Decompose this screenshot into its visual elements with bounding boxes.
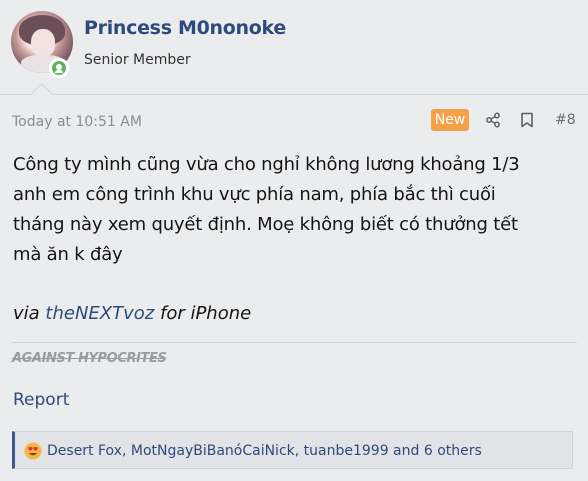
report-link[interactable]: Report bbox=[13, 390, 69, 410]
post-body: Công ty mình cũng vừa cho nghỉ không lươ… bbox=[13, 150, 579, 270]
signature: AGAINST HYPOCRITES bbox=[12, 351, 167, 366]
username-link[interactable]: Princess M0nonoke bbox=[84, 17, 286, 39]
post-number-link[interactable]: #8 bbox=[555, 112, 576, 128]
online-status-icon bbox=[49, 58, 69, 78]
reactions-bar[interactable]: Desert Fox, MotNgayBiBanóCaiNick, tuanbe… bbox=[12, 431, 573, 469]
via-app-link[interactable]: theNEXTvoz bbox=[45, 303, 154, 324]
post-body-line: mà ăn k đây bbox=[13, 244, 123, 265]
via-suffix: for iPhone bbox=[159, 303, 252, 324]
share-icon[interactable] bbox=[482, 109, 504, 131]
post-body-line: tháng này xem quyết định. Moẹ không biết… bbox=[13, 214, 518, 235]
via-line: via theNEXTvoz for iPhone bbox=[13, 303, 251, 324]
post-body-line: anh em công trình khu vực phía nam, phía… bbox=[13, 184, 496, 205]
via-prefix: via bbox=[13, 303, 40, 324]
post-body-line: Công ty mình cũng vừa cho nghỉ không lươ… bbox=[13, 154, 520, 175]
bookmark-icon[interactable] bbox=[516, 109, 538, 131]
reaction-users-link[interactable]: Desert Fox, MotNgayBiBanóCaiNick, tuanbe… bbox=[47, 443, 482, 459]
post-timestamp[interactable]: Today at 10:51 AM bbox=[12, 114, 142, 130]
avatar-face bbox=[31, 29, 55, 57]
user-title: Senior Member bbox=[84, 52, 191, 68]
signature-divider bbox=[12, 342, 577, 343]
header-divider bbox=[0, 94, 588, 95]
heart-eyes-emoji-icon bbox=[23, 441, 43, 461]
new-badge: New bbox=[431, 109, 469, 131]
post-author-header: Princess M0nonoke Senior Member bbox=[0, 0, 588, 95]
